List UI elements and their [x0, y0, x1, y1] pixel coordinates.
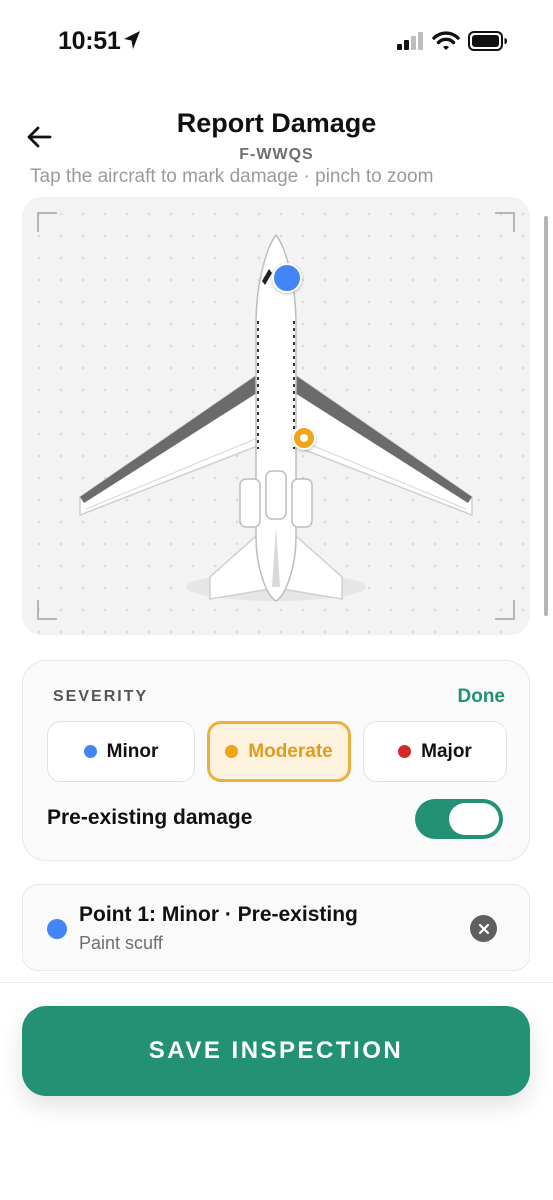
damage-marker-minor[interactable]: [272, 263, 302, 293]
damage-marker-moderate[interactable]: [292, 426, 316, 450]
cellular-signal-icon: [397, 32, 423, 50]
status-time: 10:51: [58, 27, 121, 55]
damage-point-card[interactable]: Point 1: Minor · Pre-existing Paint scuf…: [22, 884, 530, 971]
severity-panel: SEVERITY Done Minor Moderate Major Pre-e…: [22, 660, 530, 861]
location-arrow-icon: [124, 31, 140, 49]
severity-option-minor[interactable]: Minor: [47, 721, 195, 782]
moderate-dot: [225, 745, 239, 758]
major-dot: [398, 745, 412, 758]
instruction-hint: Tap the aircraft to mark damage · pinch …: [0, 165, 553, 187]
scrollbar[interactable]: [544, 216, 548, 616]
pre-existing-label: Pre-existing damage: [47, 806, 253, 829]
severity-option-label: Moderate: [248, 740, 333, 762]
page-title: Report Damage: [176, 108, 377, 138]
pre-existing-toggle[interactable]: [415, 799, 503, 839]
report-damage-screen: 10:51 Report Damage F-WWQS Tap the aircr…: [0, 0, 553, 1200]
wifi-icon: [432, 31, 460, 50]
marker-center: [300, 434, 308, 442]
battery-icon: [468, 31, 507, 51]
toggle-knob: [449, 803, 499, 835]
severity-label: SEVERITY: [53, 688, 149, 705]
minor-dot: [83, 745, 97, 758]
save-inspection-button[interactable]: SAVE INSPECTION: [22, 1006, 530, 1096]
status-bar: 10:51: [0, 0, 553, 82]
severity-option-label: Minor: [106, 740, 159, 762]
instruction-hint-text: Tap the aircraft to mark damage · pinch …: [30, 166, 434, 187]
point-severity-dot: [47, 919, 67, 939]
point-description: Paint scuff: [79, 933, 163, 953]
done-button[interactable]: Done: [458, 686, 506, 708]
aircraft-registration: F-WWQS: [239, 146, 314, 163]
severity-option-label: Major: [421, 740, 472, 762]
point-title: Point 1: Minor · Pre-existing: [79, 903, 358, 926]
severity-option-major[interactable]: Major: [363, 721, 507, 782]
remove-point-button[interactable]: [470, 915, 497, 942]
severity-option-moderate[interactable]: Moderate: [207, 721, 351, 782]
divider: [0, 982, 553, 983]
aircraft-diagram[interactable]: [22, 197, 530, 635]
aircraft-canvas[interactable]: [22, 197, 530, 635]
close-icon: [478, 923, 489, 934]
